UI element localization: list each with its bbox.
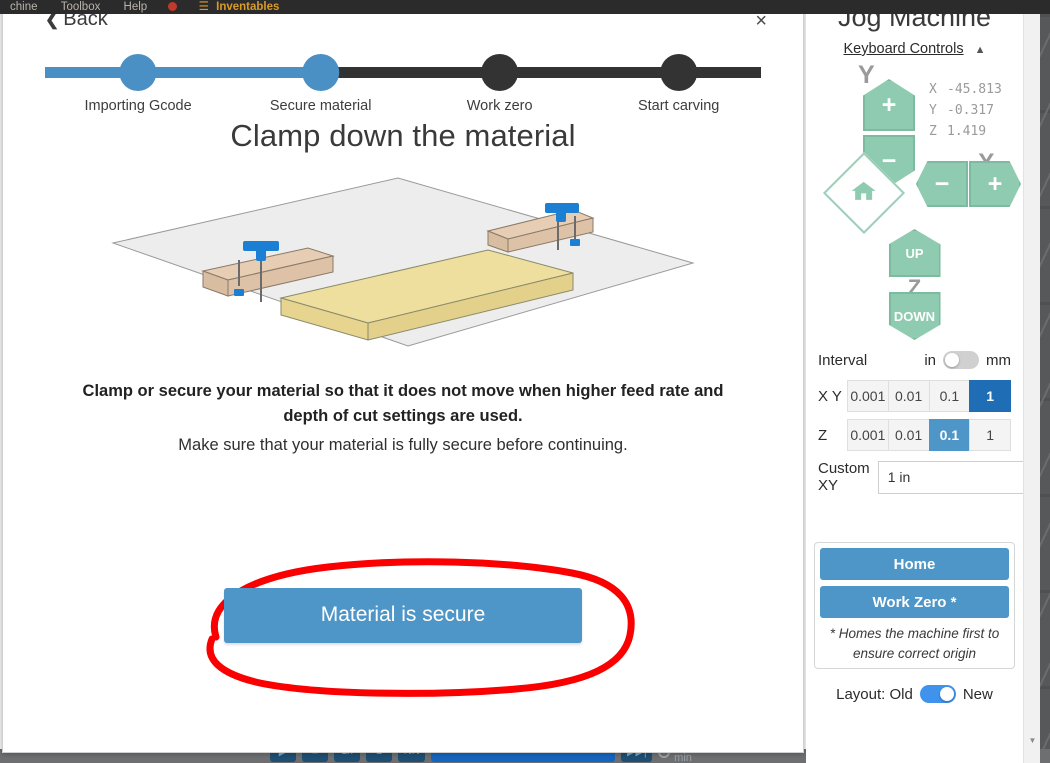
instruction-strong: Clamp or secure your material so that it…	[82, 382, 724, 425]
interval-xy-option[interactable]: 0.1	[928, 380, 971, 412]
material-is-secure-button[interactable]: Material is secure	[224, 587, 582, 643]
jog-z-down-label: DOWN	[893, 308, 936, 324]
app-menu-bar: chine Toolbox Help ☰ Inventables	[0, 0, 1050, 14]
dro-row-y: Y -0.317	[929, 100, 1002, 121]
unit-mm-label: mm	[986, 351, 1011, 369]
wizard-modal: ❮ Back × Importing Gcode Secure material…	[2, 1, 804, 753]
work-zero-note: * Homes the machine first to ensure corr…	[829, 626, 1000, 661]
step-importing-gcode[interactable]: Importing Gcode	[84, 54, 192, 114]
menu-item-toolbox[interactable]: Toolbox	[51, 0, 111, 14]
dro-row-x: X -45.813	[929, 79, 1002, 100]
illustration-container	[3, 168, 803, 353]
instruction-copy: Clamp or secure your material so that it…	[3, 379, 803, 455]
keyboard-controls-label[interactable]: Keyboard Controls	[843, 41, 963, 57]
xy-jog-pad: Y X + − − +	[806, 61, 1023, 235]
jog-machine-panel: Jog Machine Keyboard Controls ▲ Y X + − …	[806, 0, 1023, 763]
dro-axis-label: X	[929, 82, 937, 97]
digital-readout: X -45.813 Y -0.317 Z 1.419	[929, 79, 1002, 142]
layout-toggle-row: Layout: Old New	[806, 685, 1023, 704]
step-dot	[119, 54, 157, 91]
step-secure-material[interactable]: Secure material	[269, 54, 372, 114]
step-label: Start carving	[637, 98, 720, 114]
step-start-carving[interactable]: Start carving	[638, 54, 719, 114]
jog-x-minus-label: −	[934, 169, 950, 198]
interval-z-option[interactable]: 0.01	[887, 419, 930, 451]
connection-status-icon	[168, 2, 178, 11]
jog-x-plus-label: +	[987, 169, 1003, 198]
brand-label[interactable]: Inventables	[210, 1, 279, 13]
interval-z-option-selected[interactable]: 0.1	[928, 419, 971, 451]
instruction-note: Make sure that your material is fully se…	[178, 435, 628, 454]
custom-xy-input[interactable]	[877, 460, 1023, 494]
unit-in-label: in	[924, 351, 936, 369]
interval-header: Interval in mm	[818, 347, 1011, 373]
jog-z-up-button[interactable]: UP	[888, 229, 941, 277]
jog-z-up-label: UP	[905, 245, 924, 261]
clamped-material-illustration	[111, 177, 695, 347]
custom-xy-row: Custom XY	[818, 460, 1023, 494]
y-axis-label: Y	[858, 61, 875, 89]
step-label: Work zero	[466, 98, 533, 114]
screen-root: ▶ ■ 1x 1 NN ▶▶| 2 min ❮ Back × Importing…	[0, 0, 1050, 763]
jog-y-minus-label: −	[881, 146, 897, 175]
interval-xy-options: 0.001 0.01 0.1 1	[847, 380, 1011, 412]
custom-xy-label: Custom XY	[818, 460, 870, 494]
dro-value: -45.813	[947, 82, 1002, 97]
step-dot	[481, 54, 519, 91]
step-label: Importing Gcode	[84, 98, 192, 114]
close-icon[interactable]: ×	[755, 11, 767, 31]
keyboard-controls-toggle[interactable]: Keyboard Controls ▲	[806, 41, 1023, 57]
inventables-logo-icon: ☰	[198, 1, 209, 13]
interval-axis-label: Z	[818, 426, 828, 444]
cta-area: Material is secure	[3, 523, 803, 697]
work-zero-button[interactable]: Work Zero *	[820, 586, 1009, 618]
machine-actions-box: Home Work Zero * * Homes the machine fir…	[814, 542, 1015, 670]
interval-row-xy: X Y 0.001 0.01 0.1 1	[818, 380, 1011, 412]
step-label: Secure material	[269, 98, 372, 114]
interval-xy-option[interactable]: 0.01	[887, 380, 930, 412]
dro-axis-label: Y	[929, 103, 937, 118]
menu-item-help[interactable]: Help	[114, 0, 158, 14]
unit-toggle[interactable]	[943, 351, 979, 369]
home-icon	[851, 180, 877, 207]
scroll-down-icon[interactable]: ▼	[1024, 732, 1041, 749]
toggle-knob	[945, 353, 959, 367]
layout-new-label: New	[962, 685, 993, 703]
interval-z-option[interactable]: 1	[969, 419, 1011, 451]
sidebar-scrollbar[interactable]: ▲ ▼	[1023, 0, 1040, 763]
layout-toggle[interactable]	[919, 685, 956, 704]
jog-x-minus-button[interactable]: −	[916, 161, 968, 207]
jog-y-plus-label: +	[881, 90, 897, 119]
interval-label: Interval	[818, 351, 868, 369]
page-title: Clamp down the material	[230, 118, 576, 153]
dro-row-z: Z 1.419	[929, 121, 1002, 142]
menu-item-machine[interactable]: chine	[0, 0, 48, 14]
dro-axis-label: Z	[929, 124, 937, 139]
dro-value: -0.317	[947, 103, 994, 118]
interval-xy-option-selected[interactable]: 1	[969, 380, 1011, 412]
dro-value: 1.419	[947, 124, 987, 139]
jog-x-plus-button[interactable]: +	[969, 161, 1021, 207]
home-button[interactable]: Home	[820, 548, 1009, 580]
wizard-stepper: Importing Gcode Secure material Work zer…	[45, 54, 761, 114]
jog-z-down-button[interactable]: DOWN	[888, 292, 941, 340]
interval-row-z: Z 0.001 0.01 0.1 1	[818, 419, 1011, 451]
z-jog-pad: UP Z DOWN	[806, 229, 1023, 341]
interval-z-options: 0.001 0.01 0.1 1	[847, 419, 1011, 451]
interval-z-option[interactable]: 0.001	[847, 419, 889, 451]
interval-xy-option[interactable]: 0.001	[847, 380, 889, 412]
step-dot	[302, 54, 340, 91]
caret-up-icon[interactable]: ▲	[975, 44, 986, 56]
interval-axis-label: X Y	[818, 387, 842, 405]
layout-old-label: Layout: Old	[836, 685, 913, 703]
step-work-zero[interactable]: Work zero	[467, 54, 533, 114]
step-dot	[660, 54, 698, 91]
toggle-knob	[939, 687, 954, 702]
